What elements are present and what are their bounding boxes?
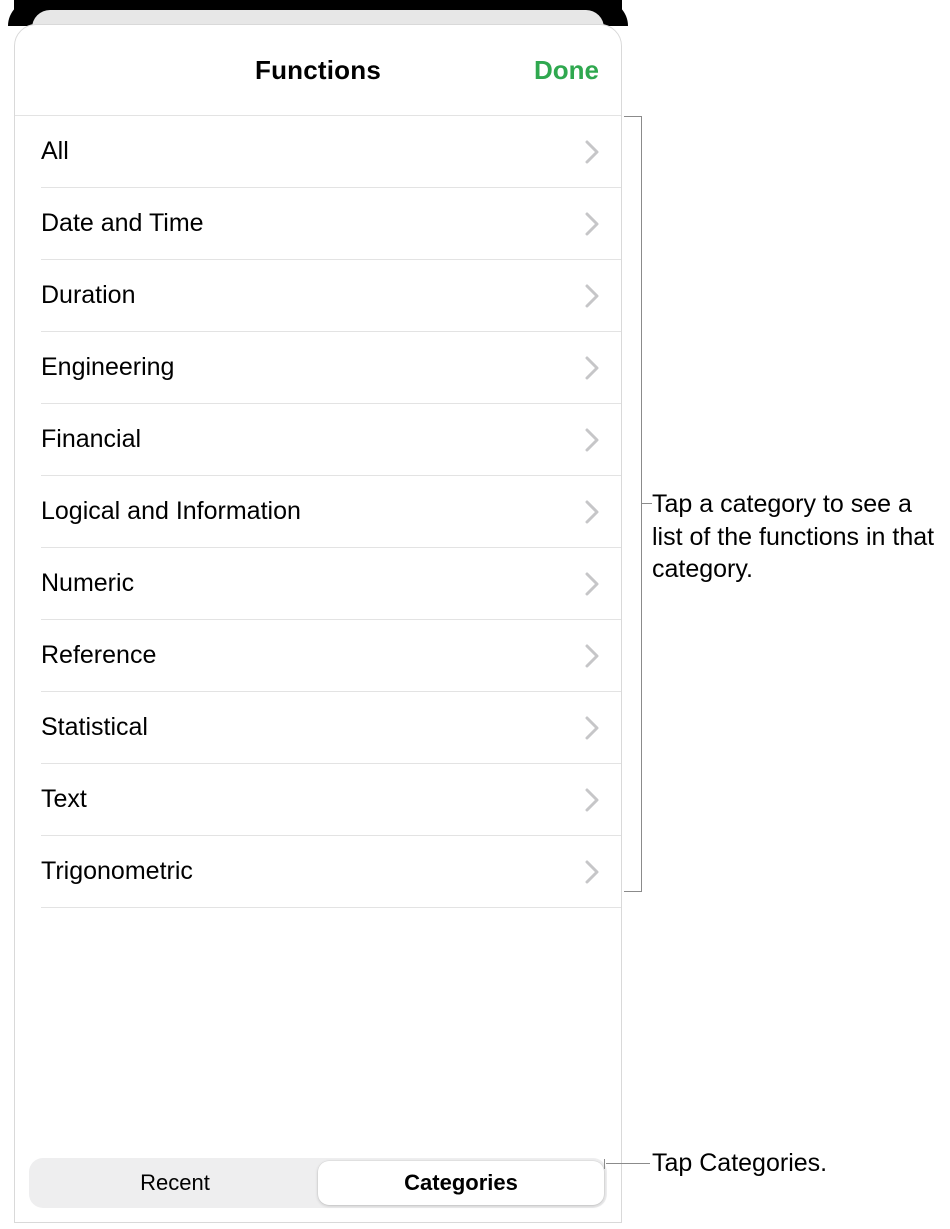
chevron-right-icon (585, 500, 599, 524)
category-row-logical-and-information[interactable]: Logical and Information (15, 476, 621, 547)
category-row-all[interactable]: All (15, 116, 621, 187)
category-row-trigonometric[interactable]: Trigonometric (15, 836, 621, 907)
category-label: Financial (41, 425, 141, 454)
category-label: Date and Time (41, 209, 204, 238)
chevron-right-icon (585, 860, 599, 884)
segment-categories[interactable]: Categories (318, 1161, 604, 1205)
chevron-right-icon (585, 716, 599, 740)
sheet-header: Functions Done (15, 25, 621, 115)
category-label: Engineering (41, 353, 174, 382)
category-label: Text (41, 785, 87, 814)
category-label: Trigonometric (41, 857, 193, 886)
category-label: Logical and Information (41, 497, 301, 526)
category-row-duration[interactable]: Duration (15, 260, 621, 331)
category-label: Duration (41, 281, 136, 310)
category-label: Reference (41, 641, 156, 670)
view-switch-segmented[interactable]: Recent Categories (29, 1158, 607, 1208)
chevron-right-icon (585, 572, 599, 596)
functions-sheet: Functions Done All Date and Time Duratio… (14, 24, 622, 1223)
done-button[interactable]: Done (534, 25, 599, 115)
callout-seg-pointer (606, 1163, 650, 1164)
sheet-title: Functions (255, 55, 381, 86)
callout-bracket (624, 116, 642, 892)
chevron-right-icon (585, 284, 599, 308)
category-row-text[interactable]: Text (15, 764, 621, 835)
category-label: All (41, 137, 69, 166)
chevron-right-icon (585, 788, 599, 812)
category-label: Statistical (41, 713, 148, 742)
chevron-right-icon (585, 428, 599, 452)
category-row-date-and-time[interactable]: Date and Time (15, 188, 621, 259)
chevron-right-icon (585, 212, 599, 236)
callout-seg-text: Tap Categories. (652, 1147, 827, 1180)
callout-list-text: Tap a category to see a list of the func… (652, 488, 942, 586)
category-row-engineering[interactable]: Engineering (15, 332, 621, 403)
chevron-right-icon (585, 140, 599, 164)
category-row-numeric[interactable]: Numeric (15, 548, 621, 619)
chevron-right-icon (585, 356, 599, 380)
category-list: All Date and Time Duration Engineering F… (15, 115, 621, 908)
category-row-reference[interactable]: Reference (15, 620, 621, 691)
category-label: Numeric (41, 569, 134, 598)
chevron-right-icon (585, 644, 599, 668)
callout-bracket-stem (642, 503, 652, 504)
segment-recent[interactable]: Recent (32, 1161, 318, 1205)
category-row-financial[interactable]: Financial (15, 404, 621, 475)
category-row-statistical[interactable]: Statistical (15, 692, 621, 763)
